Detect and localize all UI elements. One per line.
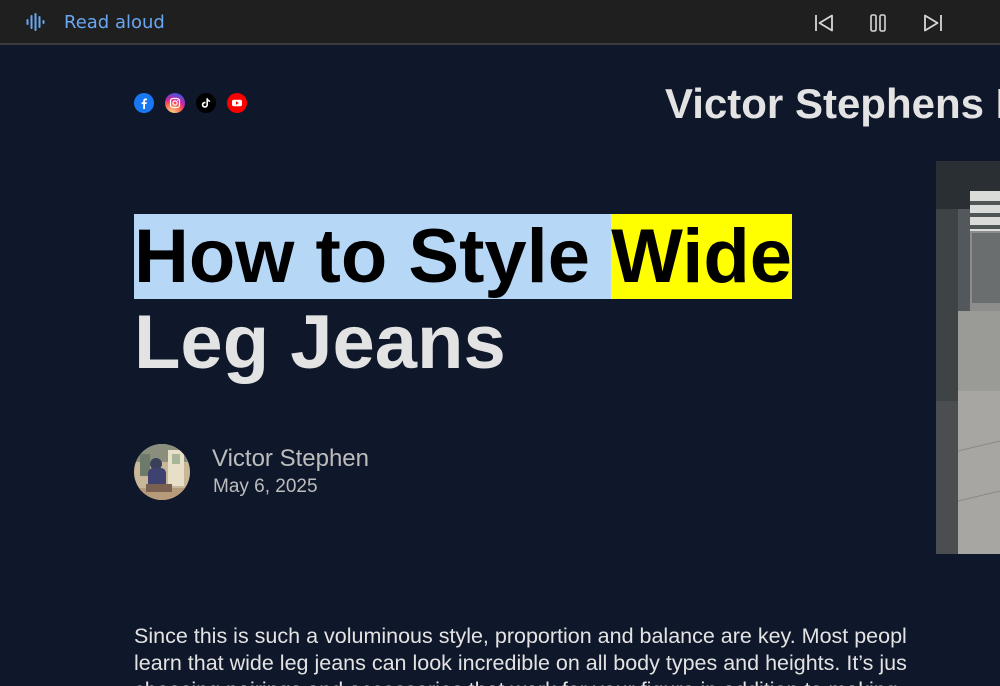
read-aloud-icon[interactable] [26, 13, 46, 31]
previous-icon[interactable] [813, 12, 835, 34]
hero-image [936, 161, 1000, 554]
headline-current-word: Wide [611, 214, 793, 299]
headline-read-portion: How to Style [134, 214, 612, 299]
avatar[interactable] [134, 444, 190, 500]
pause-icon[interactable] [867, 12, 889, 34]
body-line: choosing pairings and accessories that w… [134, 678, 898, 686]
article-headline: How to Style Wide Leg Jeans [134, 214, 914, 386]
facebook-icon[interactable] [134, 93, 154, 113]
body-line: Since this is such a voluminous style, p… [134, 624, 907, 648]
read-aloud-toolbar: Read aloud [0, 0, 1000, 45]
article-body: Since this is such a voluminous style, p… [134, 623, 1000, 686]
post-date: May 6, 2025 [213, 476, 318, 497]
next-icon[interactable] [922, 12, 944, 34]
tiktok-icon[interactable] [196, 93, 216, 113]
blog-page: Victor Stephens B How to Style Wide Leg J… [0, 47, 1000, 686]
body-line: learn that wide leg jeans can look incre… [134, 651, 907, 675]
instagram-icon[interactable] [165, 93, 185, 113]
site-title[interactable]: Victor Stephens B [665, 80, 1000, 128]
headline-remaining: Leg Jeans [134, 300, 506, 385]
youtube-icon[interactable] [227, 93, 247, 113]
read-aloud-label[interactable]: Read aloud [64, 12, 165, 34]
author-name[interactable]: Victor Stephen [212, 445, 369, 473]
social-links [134, 93, 247, 113]
